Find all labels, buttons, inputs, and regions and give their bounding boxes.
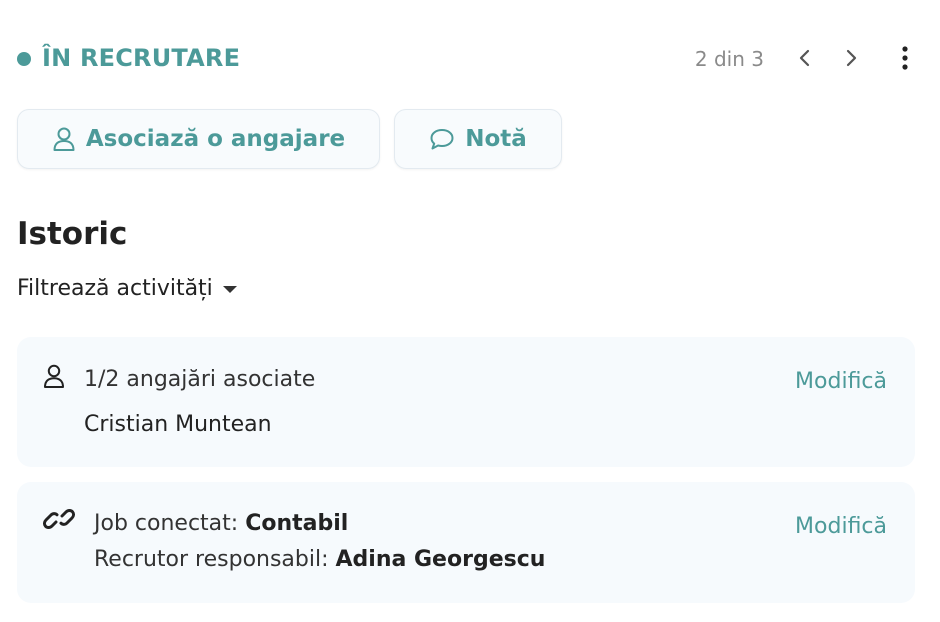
associated-candidate-name: Cristian Muntean xyxy=(84,412,272,437)
recruiter-line: Recrutor responsabil: Adina Georgescu xyxy=(94,547,545,572)
person-icon xyxy=(43,363,65,389)
caret-down-icon xyxy=(222,286,237,293)
person-icon xyxy=(53,127,75,151)
status-header: ÎN RECRUTARE 2 din 3 xyxy=(17,40,923,76)
connected-job-label: Job conectat: xyxy=(94,511,246,536)
prev-button[interactable] xyxy=(787,40,823,76)
associated-hires-summary: 1/2 angajări asociate xyxy=(84,367,316,392)
associate-hire-label: Asociază o angajare xyxy=(85,126,346,152)
associated-hires-card: 1/2 angajări asociate Cristian Muntean M… xyxy=(17,337,915,467)
associate-hire-button[interactable]: Asociază o angajare xyxy=(17,109,380,169)
pager: 2 din 3 xyxy=(623,40,923,76)
chevron-right-icon xyxy=(846,49,857,67)
connected-job-line: Job conectat: Contabil xyxy=(94,511,348,536)
connected-job-card: Job conectat: Contabil Recrutor responsa… xyxy=(17,482,915,603)
vertical-dots-icon xyxy=(902,46,908,70)
filter-activities-label: Filtrează activități xyxy=(17,276,213,301)
edit-associated-hires-link[interactable]: Modifică xyxy=(795,369,887,394)
filter-activities-dropdown[interactable]: Filtrează activități xyxy=(17,276,237,301)
comment-icon xyxy=(430,129,454,150)
edit-connected-job-link[interactable]: Modifică xyxy=(795,514,887,539)
connected-job-value: Contabil xyxy=(245,511,349,536)
history-title: Istoric xyxy=(17,216,128,252)
note-label: Notă xyxy=(465,126,527,152)
pager-text: 2 din 3 xyxy=(694,47,764,71)
status-label: ÎN RECRUTARE xyxy=(42,44,241,72)
note-button[interactable]: Notă xyxy=(394,109,562,169)
link-icon xyxy=(43,506,75,532)
recruiter-label: Recrutor responsabil: xyxy=(94,547,336,572)
recruiter-value: Adina Georgescu xyxy=(335,547,546,572)
more-menu-button[interactable] xyxy=(887,40,923,76)
next-button[interactable] xyxy=(833,40,869,76)
status-dot xyxy=(17,52,31,66)
chevron-left-icon xyxy=(799,49,810,67)
